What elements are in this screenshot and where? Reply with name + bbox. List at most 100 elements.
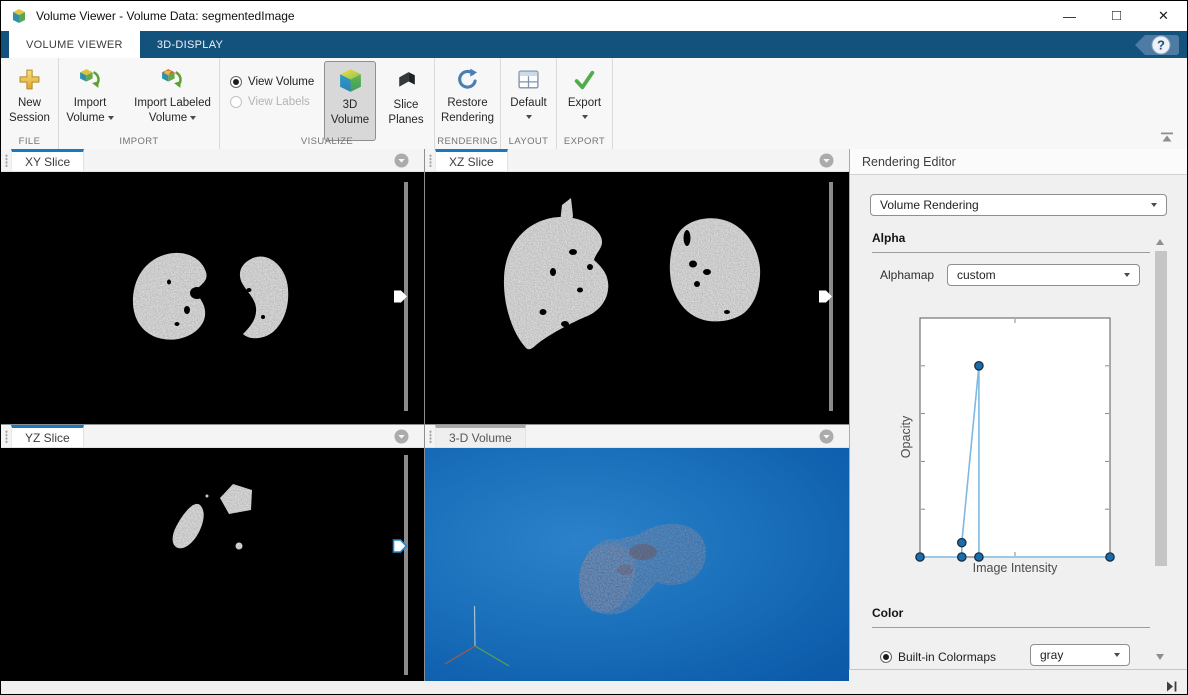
volume-cube-icon (11, 8, 27, 24)
ribbon-section-export: Export EXPORT (557, 58, 613, 149)
alphamap-select[interactable]: custom (947, 264, 1140, 286)
tab-3d-display[interactable]: 3D-DISPLAY (140, 31, 240, 58)
layout-grid-icon (517, 64, 540, 94)
panel-tab-3d-volume[interactable]: 3-D Volume (435, 425, 526, 447)
slice-slider-thumb[interactable] (393, 289, 408, 304)
section-label-rendering: RENDERING (435, 136, 500, 147)
expand-panel-icon[interactable] (1166, 681, 1178, 692)
volume-viewer-window: Volume Viewer - Volume Data: segmentedIm… (0, 0, 1188, 695)
panel-grip-icon[interactable] (1, 425, 11, 447)
rendering-editor-title: Rendering Editor (850, 149, 1188, 175)
svg-text:?: ? (1157, 37, 1165, 52)
xz-slice-view[interactable] (425, 172, 849, 424)
ribbon: New Session FILE Import Volume (1, 58, 1187, 150)
section-label-layout: LAYOUT (501, 136, 556, 147)
export-check-icon (573, 64, 596, 94)
tab-volume-viewer[interactable]: VOLUME VIEWER (9, 31, 140, 58)
maximize-icon[interactable]: □ (1093, 1, 1140, 31)
slice-planes-icon (394, 64, 419, 96)
ribbon-section-visualize: View Volume View Labels (220, 58, 435, 149)
panel-tab-xy-slice[interactable]: XY Slice (11, 149, 84, 171)
yz-slice-view[interactable] (1, 448, 424, 681)
ribbon-section-file: New Session FILE (1, 58, 59, 149)
view-labels-radio[interactable]: View Labels (230, 96, 322, 108)
alphamap-control-point[interactable] (1106, 553, 1114, 561)
ribbon-section-import: Import Volume Import Labeled Volume IMPO… (59, 58, 220, 149)
slice-slider-thumb[interactable] (392, 538, 408, 554)
slice-planes-button[interactable]: Slice Planes (380, 61, 432, 130)
panel-grip-icon[interactable] (425, 425, 435, 447)
dropdown-caret-icon (190, 116, 196, 120)
slice-slider-thumb[interactable] (818, 289, 833, 304)
section-label-file: FILE (1, 136, 58, 147)
help-icon[interactable]: ? (1134, 34, 1180, 56)
export-button[interactable]: Export (564, 61, 605, 122)
volume-rendering-cloud (579, 524, 706, 614)
alpha-section-rule (872, 252, 1150, 253)
radio-disabled-icon (230, 96, 242, 108)
panel-3d-volume: 3-D Volume (425, 425, 849, 681)
dropdown-caret-icon (1114, 653, 1120, 657)
alphamap-control-point[interactable] (958, 553, 966, 561)
section-label-import: IMPORT (59, 136, 219, 147)
panel-grip-icon[interactable] (425, 149, 435, 171)
ribbon-section-layout: Default LAYOUT (501, 58, 557, 149)
panel-menu-icon[interactable] (394, 153, 409, 168)
titlebar: Volume Viewer - Volume Data: segmentedIm… (1, 1, 1187, 31)
new-session-plus-icon (18, 64, 41, 94)
panel-tab-yz-slice[interactable]: YZ Slice (11, 425, 84, 447)
minimize-icon[interactable]: — (1046, 1, 1093, 31)
builtin-colormaps-radio[interactable]: Built-in Colormaps (880, 650, 996, 664)
panel-menu-icon[interactable] (394, 429, 409, 444)
alpha-section-heading: Alpha (872, 231, 905, 245)
panel-xz-slice: XZ Slice (425, 149, 849, 424)
ribbon-section-rendering: Restore Rendering RENDERING (435, 58, 501, 149)
import-labeled-volume-button[interactable]: Import Labeled Volume (126, 61, 220, 128)
view-volume-radio[interactable]: View Volume (230, 76, 322, 88)
alphamap-control-point[interactable] (916, 553, 924, 561)
panel-grip-icon[interactable] (1, 149, 11, 171)
panel-grid: XY Slice (1, 149, 849, 681)
close-icon[interactable]: ✕ (1140, 1, 1187, 31)
dropdown-caret-icon (526, 115, 532, 119)
panel-xy-slice: XY Slice (1, 149, 424, 424)
chart-ylabel: Opacity (899, 415, 913, 458)
import-volume-icon (78, 64, 103, 94)
volume-3d-view[interactable] (425, 448, 849, 681)
restore-rendering-button[interactable]: Restore Rendering (433, 61, 503, 128)
dropdown-caret-icon (1124, 273, 1130, 277)
restore-rendering-icon (455, 64, 480, 94)
axes-triad-icon (445, 606, 509, 666)
alphamap-plot[interactable]: Opacity Image Intensity (880, 304, 1130, 589)
dropdown-caret-icon (1151, 203, 1157, 207)
alphamap-label: Alphamap (880, 268, 934, 282)
chart-xlabel: Image Intensity (973, 561, 1059, 575)
panel-menu-icon[interactable] (819, 153, 834, 168)
editor-scrollbar-thumb[interactable] (1155, 251, 1167, 566)
panel-yz-slice: YZ Slice (1, 425, 424, 681)
window-title: Volume Viewer - Volume Data: segmentedIm… (36, 9, 295, 23)
import-volume-button[interactable]: Import Volume (59, 61, 122, 128)
rendering-style-select[interactable]: Volume Rendering (870, 194, 1167, 216)
section-label-visualize: VISUALIZE (220, 136, 434, 147)
collapse-ribbon-icon[interactable] (1160, 132, 1174, 143)
panel-menu-icon[interactable] (819, 429, 834, 444)
panel-tab-xz-slice[interactable]: XZ Slice (435, 149, 508, 171)
alphamap-control-point[interactable] (975, 553, 983, 561)
scrollbar-up-icon[interactable] (1156, 239, 1164, 245)
alphamap-control-point[interactable] (958, 538, 966, 546)
yz-slice-slider[interactable] (404, 455, 408, 675)
default-layout-button[interactable]: Default (506, 61, 550, 122)
colormap-select[interactable]: gray (1030, 644, 1130, 666)
volume-3d-button[interactable]: 3D Volume (324, 61, 376, 141)
cube-3d-icon (337, 64, 364, 96)
scrollbar-down-icon[interactable] (1156, 654, 1164, 660)
radio-selected-icon (880, 651, 892, 663)
dropdown-caret-icon (108, 116, 114, 120)
import-labeled-volume-icon (160, 64, 185, 94)
radio-selected-icon (230, 76, 242, 88)
new-session-button[interactable]: New Session (0, 61, 60, 128)
alphamap-control-point[interactable] (975, 362, 983, 370)
xy-slice-view[interactable] (1, 172, 424, 424)
toolstrip-tabs: VOLUME VIEWER 3D-DISPLAY ? (1, 31, 1187, 58)
